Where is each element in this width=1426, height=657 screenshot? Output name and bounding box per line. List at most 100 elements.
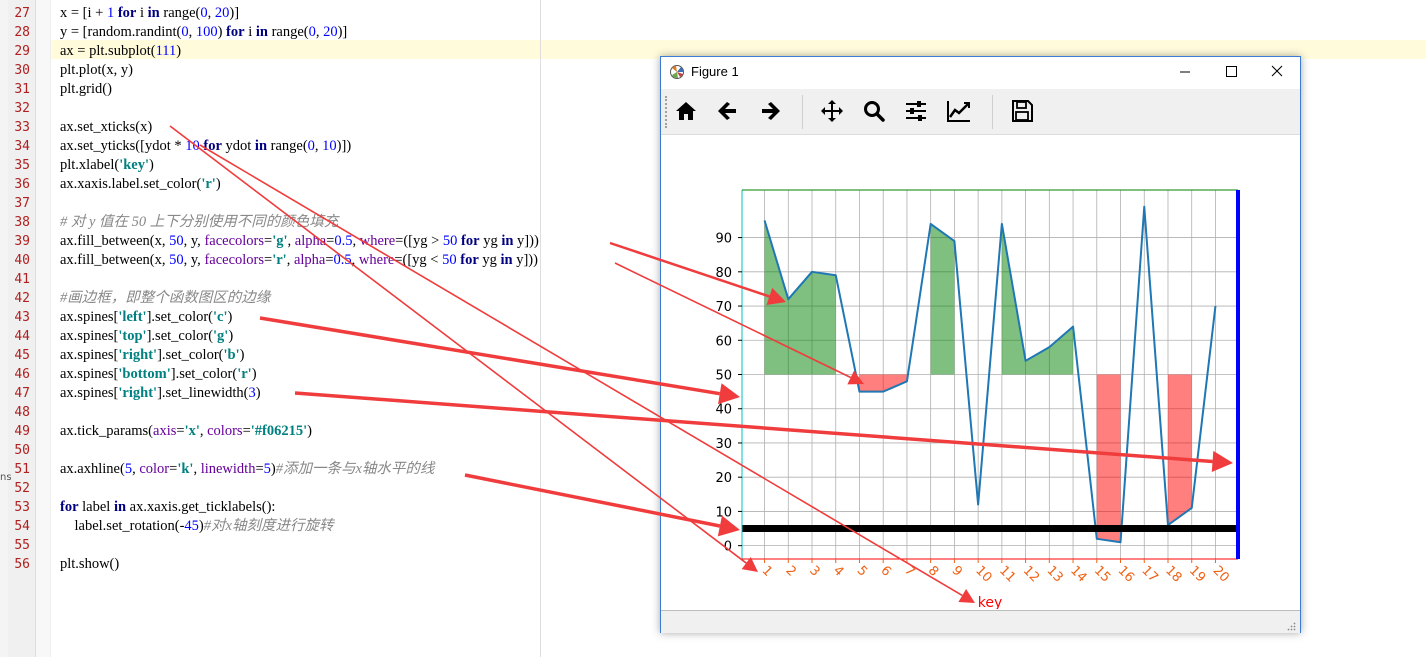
line-number: 52 — [14, 481, 30, 496]
code-line[interactable]: ax.set_xticks(x) — [60, 118, 152, 137]
code-token: =([yg < — [394, 252, 443, 268]
code-token: i — [136, 5, 148, 21]
figure-canvas[interactable]: 0 10 20 30 40 50 60 70 80 90 1 2 3 4 5 6 7 8 9 10 11 12 13 14 15… — [662, 135, 1300, 611]
minimize-button[interactable] — [1162, 57, 1208, 87]
line-number: 48 — [14, 405, 30, 420]
save-button[interactable] — [1003, 93, 1041, 129]
code-line[interactable]: ax.spines['right'].set_linewidth(3) — [60, 384, 261, 403]
code-token: 0 — [307, 138, 315, 154]
configure-subplots-icon — [906, 101, 926, 121]
code-line[interactable]: ax.set_yticks([ydot * 10 for ydot in ran… — [60, 137, 351, 156]
line-number: 43 — [14, 310, 30, 325]
code-token: ax.spines[ — [60, 366, 119, 382]
fill-above-50 — [1001, 223, 1074, 375]
code-token: facecolors — [204, 252, 265, 268]
code-token: alpha — [293, 252, 326, 268]
y-tick-label: 10 — [715, 505, 732, 520]
code-line[interactable]: ax.spines['bottom'].set_color('r') — [60, 365, 257, 384]
code-token: 111 — [155, 43, 177, 59]
code-line[interactable]: ax.xaxis.label.set_color('r') — [60, 175, 221, 194]
code-token: i — [244, 24, 256, 40]
line-number: 51 — [14, 462, 30, 477]
line-number: 33 — [14, 120, 30, 135]
close-button[interactable] — [1254, 57, 1300, 87]
line-number: 53 — [14, 500, 30, 515]
resize-grip-icon[interactable] — [1286, 621, 1296, 631]
code-token: 50 — [169, 252, 184, 268]
code-token: 'r' — [272, 252, 287, 268]
x-tick-label: 5 — [854, 563, 870, 579]
code-token: ax.spines[ — [60, 309, 119, 325]
code-token: plt.show() — [60, 556, 120, 572]
edit-axis-button[interactable] — [939, 93, 977, 129]
fill-above-50 — [930, 223, 955, 375]
line-number: 56 — [14, 557, 30, 572]
y-tick-label: 30 — [715, 437, 732, 452]
code-token: ].set_color( — [146, 328, 214, 344]
code-line[interactable]: ax.spines['left'].set_color('c') — [60, 308, 232, 327]
code-token: = — [264, 252, 273, 268]
code-token: axis — [153, 423, 177, 439]
code-line[interactable]: ax.fill_between(x, 50, y, facecolors='r'… — [60, 251, 538, 270]
configure-subplots-button[interactable] — [897, 93, 935, 129]
pan-button[interactable] — [813, 93, 851, 129]
code-token: , — [287, 233, 295, 249]
code-token: 5 — [124, 461, 133, 477]
code-line[interactable]: x = [i + 1 for i in range(0, 20)] — [60, 4, 239, 23]
title-bar[interactable]: Figure 1 — [661, 57, 1300, 87]
code-line[interactable]: ax.tick_params(axis='x', colors='#f06215… — [60, 422, 312, 441]
code-token: 'x' — [184, 423, 200, 439]
code-token: label — [78, 499, 114, 515]
code-token: ax.xaxis.get_ticklabels(): — [126, 499, 276, 515]
code-token: 5 — [263, 461, 271, 477]
code-line[interactable]: plt.xlabel('key') — [60, 156, 154, 175]
code-token: ].set_color( — [146, 309, 214, 325]
code-line[interactable]: #画边框，即整个函数图区的边缘 — [60, 289, 270, 308]
code-line[interactable]: plt.grid() — [60, 80, 112, 99]
marker-column — [36, 0, 51, 657]
x-tick-label: 16 — [1115, 563, 1137, 585]
code-line[interactable]: ax.spines['right'].set_color('b') — [60, 346, 244, 365]
code-line[interactable]: label.set_rotation(-45)#对x轴刻度进行旋转 — [60, 517, 334, 536]
code-line[interactable]: # 对 y 值在 50 上下分别使用不同的颜色填充 — [60, 213, 338, 232]
x-tick-label: 2 — [782, 563, 798, 579]
code-token: 20 — [323, 24, 338, 40]
code-token: , — [207, 5, 215, 21]
code-token: plt.plot(x, y) — [60, 62, 133, 78]
code-line[interactable]: ax.spines['top'].set_color('g') — [60, 327, 233, 346]
code-token: = — [325, 252, 334, 268]
code-line[interactable]: plt.show() — [60, 555, 119, 574]
home-button[interactable] — [667, 93, 705, 129]
code-token: ax.axhline( — [60, 461, 125, 477]
code-line[interactable]: ax.fill_between(x, 50, y, facecolors='g'… — [60, 232, 539, 251]
line-number: 40 — [14, 253, 30, 268]
figure-window[interactable]: Figure 1 0 10 20 30 40 50 60 70 80 90 1 … — [660, 56, 1301, 633]
code-token: colors — [207, 423, 243, 439]
pan-icon — [821, 100, 843, 122]
line-number: 27 — [14, 6, 30, 21]
code-line[interactable]: for label in ax.xaxis.get_ticklabels(): — [60, 498, 275, 517]
toolbar-separator — [992, 95, 993, 129]
x-tick-label: 6 — [877, 563, 893, 579]
code-token: ax.spines[ — [60, 328, 119, 344]
code-token: )] — [229, 5, 240, 21]
code-token: for — [117, 5, 137, 21]
line-number: 32 — [14, 101, 30, 116]
code-line[interactable]: ax = plt.subplot(111) — [60, 42, 181, 61]
code-token: ax.spines[ — [60, 347, 119, 363]
code-token: ) — [255, 385, 261, 401]
back-button[interactable] — [709, 93, 747, 129]
forward-button[interactable] — [751, 93, 789, 129]
code-line[interactable]: ax.axhline(5, color='k', linewidth=5)#添加… — [60, 460, 434, 479]
code-line[interactable]: y = [random.randint(0, 100) for i in ran… — [60, 23, 347, 42]
code-token: plt.grid() — [60, 81, 112, 97]
code-token: for — [60, 499, 79, 515]
x-tick-label: 13 — [1044, 563, 1066, 585]
fill-above-50 — [764, 220, 836, 375]
maximize-button[interactable] — [1208, 57, 1254, 87]
code-token: ) — [149, 157, 154, 173]
code-line[interactable]: plt.plot(x, y) — [60, 61, 133, 80]
zoom-button[interactable] — [855, 93, 893, 129]
right-margin-guide — [540, 0, 541, 657]
y-tick-label: 20 — [715, 471, 732, 486]
